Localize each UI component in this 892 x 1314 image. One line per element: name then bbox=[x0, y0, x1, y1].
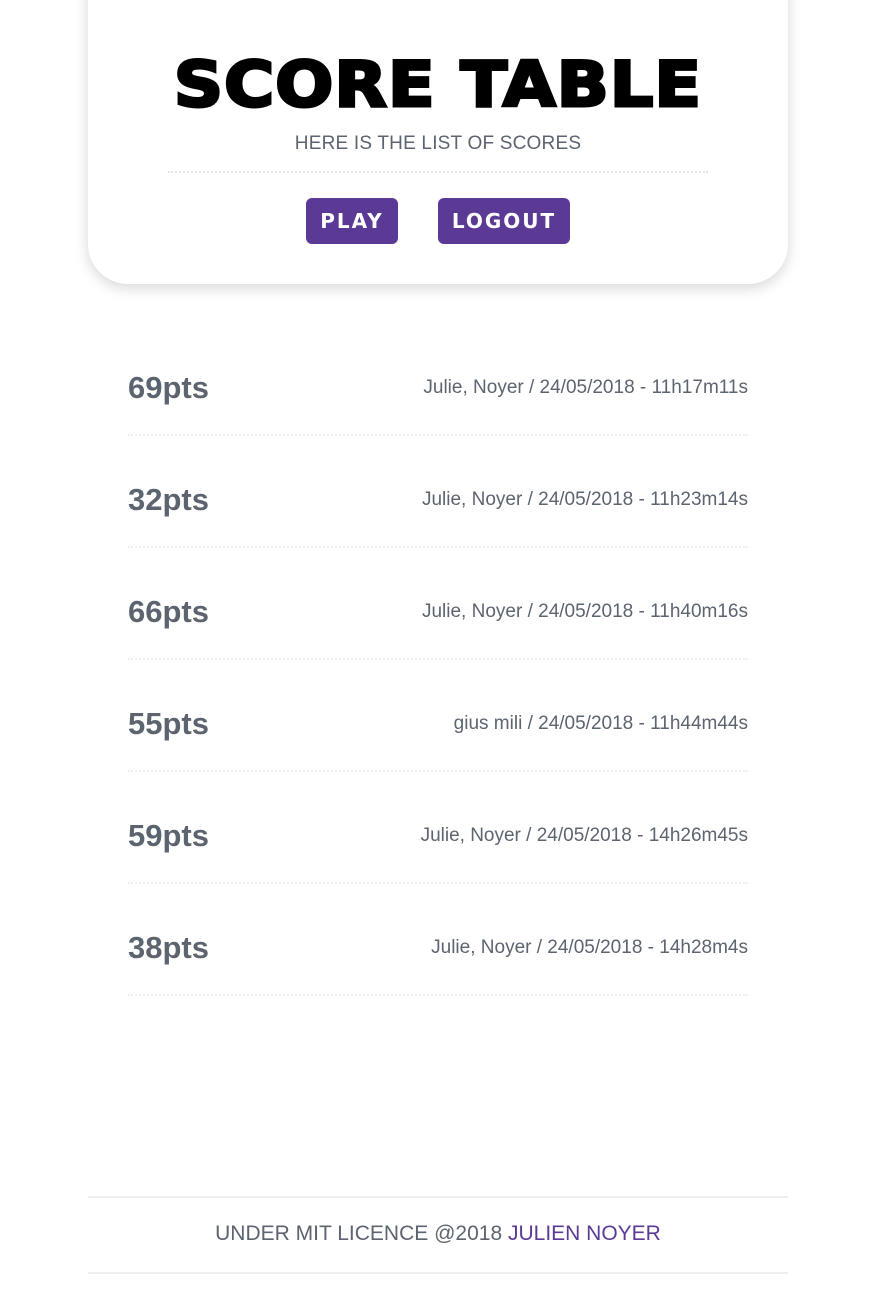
score-divider bbox=[128, 994, 748, 996]
footer: UNDER MIT LICENCE @2018 JULIEN NOYER bbox=[88, 1220, 788, 1248]
score-points: 69pts bbox=[128, 370, 209, 405]
header-card: SCORE TABLE HERE IS THE LIST OF SCORES P… bbox=[88, 0, 788, 284]
footer-bottom-divider bbox=[88, 1272, 788, 1274]
score-divider bbox=[128, 770, 748, 772]
header-divider bbox=[168, 171, 708, 173]
play-button[interactable]: PLAY bbox=[306, 198, 398, 244]
score-meta: Julie, Noyer / 24/05/2018 - 11h40m16s bbox=[421, 601, 748, 622]
footer-licence-text: UNDER MIT LICENCE @2018 bbox=[215, 1222, 503, 1245]
score-row: 55pts gius mili / 24/05/2018 - 11h44m44s bbox=[128, 666, 748, 778]
score-list: 69pts Julie, Noyer / 24/05/2018 - 11h17m… bbox=[128, 330, 748, 1002]
score-points: 55pts bbox=[128, 706, 209, 741]
page-subtitle: HERE IS THE LIST OF SCORES bbox=[294, 133, 582, 154]
score-divider bbox=[128, 434, 748, 436]
page: SCORE TABLE HERE IS THE LIST OF SCORES P… bbox=[0, 0, 892, 1314]
score-divider bbox=[128, 546, 748, 548]
score-points: 59pts bbox=[128, 818, 209, 853]
score-meta: gius mili / 24/05/2018 - 11h44m44s bbox=[453, 713, 748, 734]
logout-button[interactable]: LOGOUT bbox=[438, 198, 570, 244]
score-points: 38pts bbox=[128, 930, 209, 965]
author-link[interactable]: JULIEN NOYER bbox=[508, 1222, 661, 1245]
score-meta: Julie, Noyer / 24/05/2018 - 11h17m11s bbox=[423, 377, 748, 398]
score-points: 32pts bbox=[128, 482, 209, 517]
score-divider bbox=[128, 658, 748, 660]
score-row: 32pts Julie, Noyer / 24/05/2018 - 11h23m… bbox=[128, 442, 748, 554]
footer-top-divider bbox=[88, 1196, 788, 1198]
score-meta: Julie, Noyer / 24/05/2018 - 14h26m45s bbox=[420, 825, 748, 846]
score-points: 66pts bbox=[128, 594, 209, 629]
score-divider bbox=[128, 882, 748, 884]
score-row: 66pts Julie, Noyer / 24/05/2018 - 11h40m… bbox=[128, 554, 748, 666]
score-meta: Julie, Noyer / 24/05/2018 - 11h23m14s bbox=[421, 489, 748, 510]
page-title: SCORE TABLE bbox=[172, 48, 703, 121]
score-meta: Julie, Noyer / 24/05/2018 - 14h28m4s bbox=[431, 937, 748, 958]
score-row: 38pts Julie, Noyer / 24/05/2018 - 14h28m… bbox=[128, 890, 748, 1002]
score-row: 59pts Julie, Noyer / 24/05/2018 - 14h26m… bbox=[128, 778, 748, 890]
score-row: 69pts Julie, Noyer / 24/05/2018 - 11h17m… bbox=[128, 330, 748, 442]
